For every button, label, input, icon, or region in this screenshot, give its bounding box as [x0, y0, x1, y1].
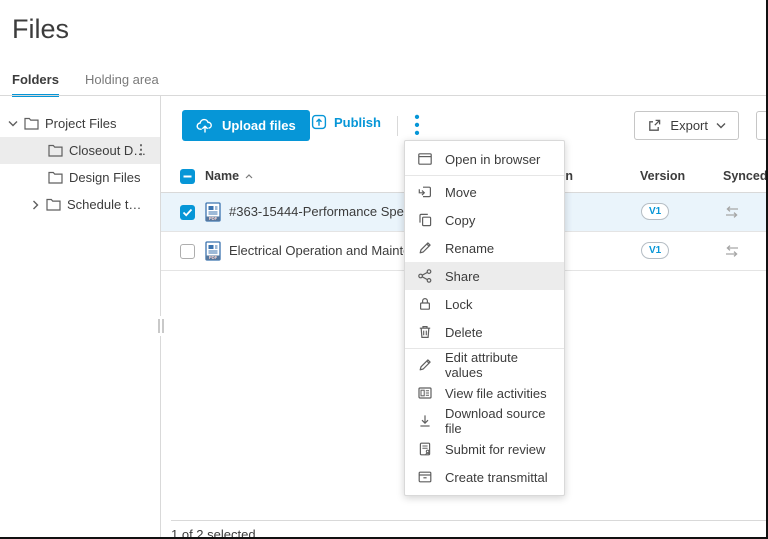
download-icon	[417, 413, 433, 429]
menu-item-create-transmittal[interactable]: Create transmittal	[405, 463, 564, 491]
tree-item-schedule[interactable]: Schedule t…	[0, 191, 160, 218]
folder-tree: Project Files Closeout D… ⋮ Design Files…	[0, 96, 160, 537]
browser-icon	[417, 151, 433, 167]
menu-item-lock[interactable]: Lock	[405, 290, 564, 318]
pdf-file-icon: PDF	[204, 241, 222, 261]
svg-text:PDF: PDF	[209, 255, 218, 260]
folder-icon	[45, 198, 61, 211]
tree-item-design-files[interactable]: Design Files	[0, 164, 160, 191]
share-icon	[417, 268, 433, 284]
folder-more-icon[interactable]: ⋮	[134, 142, 148, 158]
review-icon	[417, 441, 433, 457]
tree-item-label: Schedule t…	[67, 197, 141, 212]
menu-item-submit-for-review[interactable]: Submit for review	[405, 435, 564, 463]
column-header-name[interactable]: Name	[205, 169, 253, 183]
toolbar-separator	[397, 116, 398, 136]
pdf-file-icon: PDF	[204, 202, 222, 222]
activities-icon	[417, 385, 433, 401]
menu-item-share[interactable]: Share	[405, 262, 564, 290]
chevron-down-icon[interactable]	[7, 120, 19, 127]
menu-item-download-source-file[interactable]: Download source file	[405, 407, 564, 435]
transmittal-icon	[417, 469, 433, 485]
menu-item-rename[interactable]: Rename	[405, 234, 564, 262]
folder-icon	[47, 144, 63, 157]
sync-arrows-icon	[724, 205, 740, 219]
menu-item-copy[interactable]: Copy	[405, 206, 564, 234]
toolbar: Upload files Publish ••• Export	[161, 110, 768, 142]
select-all-checkbox[interactable]	[180, 169, 195, 184]
selection-status: 1 of 2 selected	[171, 527, 256, 537]
tab-folders[interactable]: Folders	[12, 72, 59, 97]
file-name[interactable]: #363-15444-Performance Spec-2	[229, 204, 422, 219]
chevron-right-icon[interactable]	[29, 200, 41, 210]
tree-item-label: Design Files	[69, 170, 141, 185]
menu-item-open-in-browser[interactable]: Open in browser	[405, 145, 564, 173]
column-header-synced[interactable]: Synced w	[723, 169, 768, 183]
publish-label: Publish	[334, 115, 381, 130]
upload-files-button[interactable]: Upload files	[182, 110, 310, 141]
folder-icon	[23, 117, 39, 130]
upload-cloud-icon	[196, 118, 214, 133]
tab-bar: Folders Holding area	[12, 72, 159, 97]
pencil-icon	[417, 357, 433, 373]
move-icon	[417, 184, 433, 200]
sort-asc-icon	[245, 174, 253, 179]
menu-item-view-file-activities[interactable]: View file activities	[405, 379, 564, 407]
upload-files-label: Upload files	[222, 118, 296, 133]
trash-icon	[417, 324, 433, 340]
version-badge[interactable]: V1	[641, 242, 669, 259]
tree-item-project-files[interactable]: Project Files	[0, 110, 160, 137]
copy-icon	[417, 212, 433, 228]
tab-holding-area[interactable]: Holding area	[85, 72, 159, 97]
svg-text:PDF: PDF	[209, 216, 218, 221]
lock-icon	[417, 296, 433, 312]
sync-arrows-icon	[724, 244, 740, 258]
version-badge[interactable]: V1	[641, 203, 669, 220]
menu-item-delete[interactable]: Delete	[405, 318, 564, 346]
pencil-icon	[417, 240, 433, 256]
export-button[interactable]: Export	[634, 111, 739, 140]
footer-divider	[171, 520, 768, 521]
clipped-button[interactable]	[756, 111, 768, 140]
tree-item-label: Project Files	[45, 116, 117, 131]
publish-button[interactable]: Publish	[311, 114, 381, 130]
tree-item-closeout[interactable]: Closeout D… ⋮	[0, 137, 160, 164]
context-menu: Open in browser Move Copy Rename Share	[404, 140, 565, 496]
export-label: Export	[670, 118, 708, 133]
more-actions-icon[interactable]: •••	[408, 113, 426, 139]
publish-icon	[311, 114, 327, 130]
column-header-version[interactable]: Version	[640, 169, 685, 183]
menu-item-move[interactable]: Move	[405, 178, 564, 206]
export-icon	[647, 118, 662, 133]
file-name[interactable]: Electrical Operation and Mainten	[229, 243, 418, 258]
folder-icon	[47, 171, 63, 184]
page-title: Files	[12, 14, 69, 45]
menu-divider	[405, 348, 564, 349]
menu-divider	[405, 175, 564, 176]
row-checkbox[interactable]	[180, 205, 195, 220]
files-page: Files Folders Holding area Project Files…	[0, 0, 768, 539]
menu-item-edit-attribute-values[interactable]: Edit attribute values	[405, 351, 564, 379]
row-checkbox[interactable]	[180, 244, 195, 259]
chevron-down-icon	[716, 122, 726, 129]
